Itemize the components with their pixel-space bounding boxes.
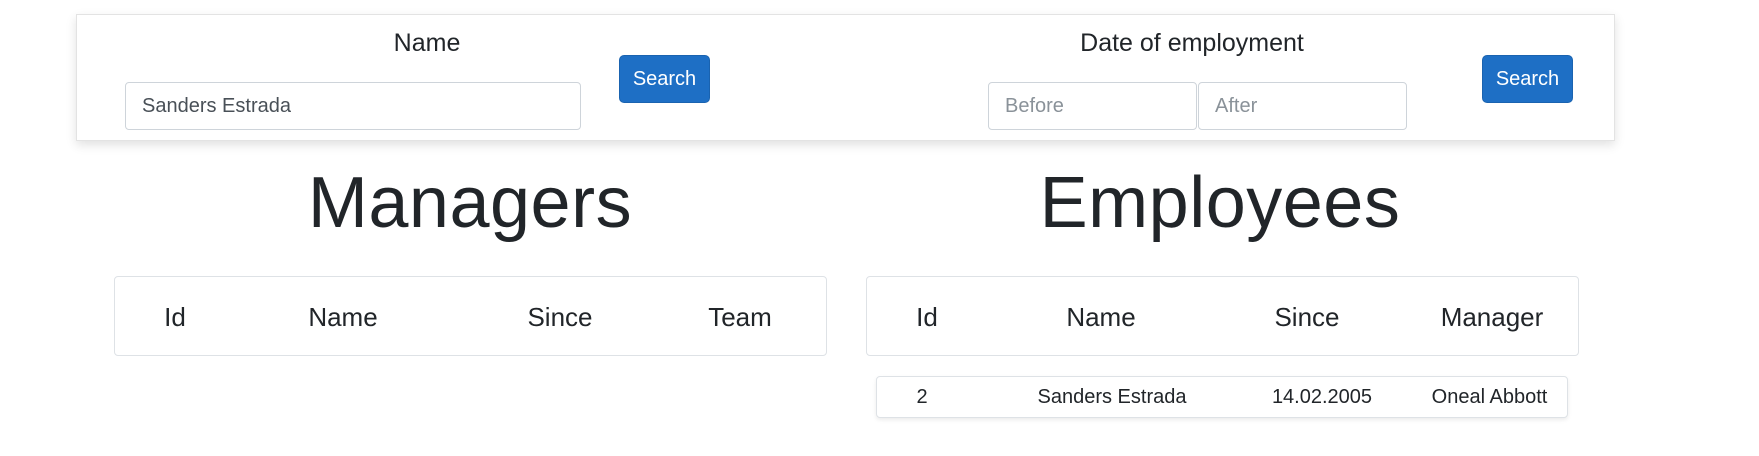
- employees-col-id[interactable]: Id: [877, 277, 977, 357]
- name-search-input[interactable]: [125, 82, 581, 130]
- employee-since-cell: 14.02.2005: [1271, 386, 1373, 408]
- date-filter-label: Date of employment: [1080, 29, 1304, 57]
- search-panel: Name Search Date of employment Search: [76, 14, 1615, 141]
- employee-id-cell: 2: [916, 386, 928, 408]
- managers-col-id[interactable]: Id: [125, 277, 225, 357]
- employees-title: Employees: [1039, 163, 1401, 243]
- name-filter-label: Name: [393, 29, 461, 57]
- page: Name Search Date of employment Search Ma…: [0, 0, 1759, 456]
- employee-manager-cell: Oneal Abbott: [1431, 386, 1548, 408]
- employee-name-cell: Sanders Estrada: [1037, 386, 1187, 408]
- managers-table-header: Id Name Since Team: [114, 276, 827, 356]
- managers-title: Managers: [307, 163, 633, 243]
- managers-col-name[interactable]: Name: [243, 277, 443, 357]
- date-search-button[interactable]: Search: [1482, 55, 1573, 103]
- date-before-input[interactable]: [988, 82, 1197, 130]
- managers-col-since[interactable]: Since: [495, 277, 625, 357]
- name-search-button[interactable]: Search: [619, 55, 710, 103]
- employees-col-since[interactable]: Since: [1242, 277, 1372, 357]
- employees-table-header: Id Name Since Manager: [866, 276, 1579, 356]
- table-row[interactable]: 2 Sanders Estrada 14.02.2005 Oneal Abbot…: [876, 376, 1568, 418]
- employees-col-name[interactable]: Name: [1001, 277, 1201, 357]
- employees-col-manager[interactable]: Manager: [1412, 277, 1572, 357]
- managers-col-team[interactable]: Team: [675, 277, 805, 357]
- date-after-input[interactable]: [1198, 82, 1407, 130]
